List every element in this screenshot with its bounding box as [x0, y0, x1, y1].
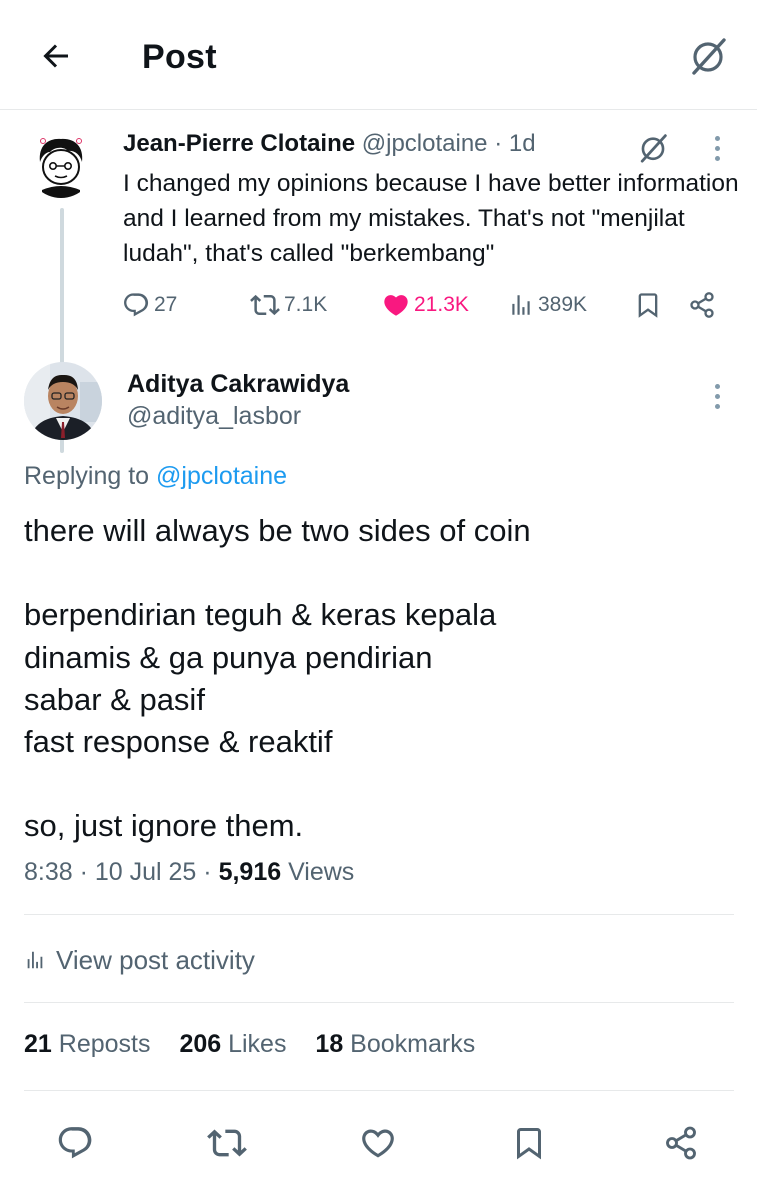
avatar[interactable]	[28, 132, 94, 198]
post-line: fast response & reaktif	[24, 724, 333, 760]
share-button[interactable]	[688, 288, 716, 322]
likes-count: 206	[179, 1030, 222, 1058]
reposts-label: Reposts	[51, 1030, 151, 1058]
views-count: 5,916	[218, 858, 282, 886]
repost-icon	[250, 294, 280, 316]
post-text: there will always be two sides of coin b…	[24, 510, 724, 848]
reply-icon	[124, 293, 149, 317]
reply-button[interactable]	[50, 1118, 100, 1168]
like-button[interactable]	[353, 1118, 403, 1168]
bookmark-button[interactable]	[634, 288, 662, 322]
author-handle[interactable]: @jpclotaine	[362, 130, 488, 157]
more-icon	[714, 135, 720, 141]
more-options-button[interactable]	[703, 130, 731, 166]
bookmark-icon	[638, 293, 658, 318]
avatar[interactable]	[24, 362, 102, 440]
page-title: Post	[142, 38, 217, 76]
reposts-count: 21	[24, 1030, 52, 1058]
author-handle[interactable]: @aditya_lasbor	[127, 402, 301, 431]
view-post-activity-button[interactable]: View post activity	[24, 940, 255, 980]
bookmark-button[interactable]	[504, 1118, 554, 1168]
divider	[24, 1090, 734, 1091]
like-button[interactable]: 21.3K	[382, 288, 469, 322]
heart-icon	[362, 1129, 394, 1158]
post-line: berpendirian teguh & keras kepala	[24, 597, 497, 633]
post-line: sabar & pasif	[24, 681, 205, 717]
top-bar: Post	[0, 0, 757, 110]
grok-button[interactable]	[684, 32, 732, 80]
likes-stat[interactable]: 206 Likes	[179, 1030, 286, 1058]
repost-button[interactable]: 7.1K	[250, 288, 327, 322]
share-button[interactable]	[656, 1118, 706, 1168]
reply-count: 27	[154, 293, 178, 316]
views-button[interactable]: 389K	[508, 288, 587, 322]
post-actions: 27 7.1K 21.3K 389K	[122, 288, 732, 322]
post-meta: 8:38 · 10 Jul 25 · 5,916 Views	[24, 858, 354, 887]
replying-to: Replying to @jpclotaine	[24, 462, 287, 491]
grok-icon	[692, 38, 726, 75]
post-stats: 21 Reposts 206 Likes 18 Bookmarks	[24, 1030, 497, 1059]
bar-chart-icon	[512, 295, 530, 315]
post-line: there will always be two sides of coin	[24, 513, 531, 548]
replying-to-link[interactable]: @jpclotaine	[156, 462, 287, 490]
share-icon	[690, 292, 714, 318]
grok-icon	[640, 134, 667, 163]
post-timestamp[interactable]: 8:38 · 10 Jul 25 ·	[24, 858, 219, 886]
post-time: · 1d	[494, 130, 536, 157]
bookmarks-count: 18	[315, 1030, 344, 1058]
bookmark-icon	[517, 1128, 541, 1160]
more-icon	[714, 383, 720, 389]
divider	[24, 1002, 734, 1003]
replying-prefix: Replying to	[24, 462, 157, 490]
reposts-stat[interactable]: 21 Reposts	[24, 1030, 150, 1058]
post-line: dinamis & ga punya pendirian	[24, 639, 433, 675]
bookmarks-stat[interactable]: 18 Bookmarks	[315, 1030, 475, 1058]
divider	[24, 914, 734, 915]
post-line: so, just ignore them.	[24, 808, 304, 844]
back-button[interactable]	[36, 36, 76, 76]
likes-label: Likes	[221, 1030, 287, 1058]
post-action-bar	[0, 1110, 757, 1170]
share-icon	[666, 1126, 696, 1160]
repost-button[interactable]	[202, 1118, 252, 1168]
reply-icon	[58, 1127, 92, 1159]
activity-label: View post activity	[56, 944, 255, 975]
heart-filled-icon	[384, 295, 408, 316]
bookmarks-label: Bookmarks	[343, 1030, 476, 1058]
more-options-button[interactable]	[703, 378, 731, 414]
author-name[interactable]: Aditya Cakrawidya	[127, 370, 349, 399]
reply-button[interactable]: 27	[122, 288, 177, 322]
author-name[interactable]: Jean-Pierre Clotaine	[123, 130, 355, 157]
bar-chart-icon	[27, 951, 43, 969]
repost-icon	[207, 1129, 247, 1157]
post-header: Jean-Pierre Clotaine @jpclotaine · 1d	[123, 130, 536, 158]
views-count: 389K	[538, 293, 588, 316]
post-text: I changed my opinions because I have bet…	[123, 170, 739, 267]
arrow-left-icon	[43, 44, 68, 68]
parent-post[interactable]: Jean-Pierre Clotaine @jpclotaine · 1d I …	[0, 110, 757, 453]
repost-count: 7.1K	[284, 293, 328, 316]
views-label: Views	[281, 858, 355, 886]
grok-button[interactable]	[633, 128, 673, 168]
like-count: 21.3K	[414, 293, 469, 316]
